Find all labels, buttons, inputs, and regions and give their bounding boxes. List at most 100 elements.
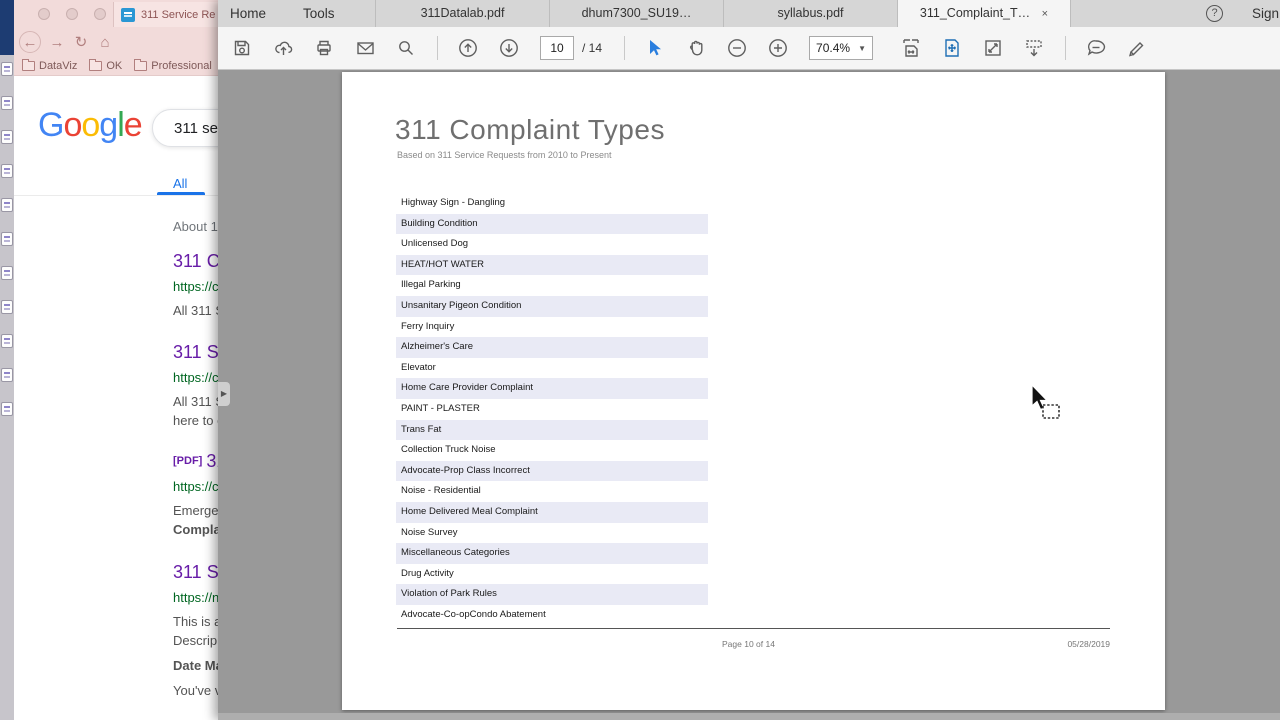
expand-icon (985, 40, 1001, 56)
desktop-file-icon[interactable] (1, 198, 13, 212)
bookmark-folder-professional[interactable]: Professional (134, 59, 212, 72)
logo-letter: o (81, 106, 100, 144)
complaint-type-row: PAINT - PLASTER (401, 402, 480, 414)
save-button[interactable] (232, 38, 252, 58)
tab-home[interactable]: Home (230, 0, 266, 27)
email-button[interactable] (355, 38, 375, 58)
result-link[interactable]: 311 S (173, 562, 218, 583)
browser-tab[interactable]: 311 Service Re (113, 2, 218, 27)
desktop-file-icon[interactable] (1, 62, 13, 76)
bookmark-folder-ok[interactable]: OK (89, 59, 123, 72)
zoom-in-button[interactable] (768, 38, 788, 58)
back-icon[interactable]: ← (19, 31, 41, 53)
footer-rule (397, 628, 1110, 629)
background-window-edge (0, 0, 14, 55)
desktop-file-icon[interactable] (1, 368, 13, 382)
fit-page-icon (945, 39, 959, 57)
zoom-level-select[interactable]: 70.4% ▼ (809, 36, 874, 60)
result-snippet: All 311 S (173, 303, 218, 318)
document-canvas[interactable]: ▶ 311 Complaint Types Based on 311 Servi… (218, 70, 1280, 720)
home-icon[interactable]: ⌂ (93, 30, 117, 54)
desktop-file-icon[interactable] (1, 334, 13, 348)
complaint-type-row: Home Delivered Meal Complaint (396, 501, 708, 523)
complaint-type-row: Highway Sign - Dangling (401, 197, 506, 208)
page-total-label: / 14 (582, 41, 603, 55)
toolbar-divider (624, 36, 626, 60)
find-button[interactable] (396, 38, 416, 58)
save-icon (234, 40, 250, 56)
zoom-button[interactable] (94, 8, 106, 20)
bookmark-folder-dataviz[interactable]: DataViz (22, 59, 78, 72)
arrow-up-circle-icon (459, 39, 477, 57)
reload-icon[interactable]: ↻ (69, 30, 93, 54)
complaint-type-row: Noise Survey (401, 526, 458, 538)
zoom-out-button[interactable] (727, 38, 747, 58)
complaint-type-row: Home Care Provider Complaint (396, 378, 708, 399)
help-icon[interactable]: ? (1206, 5, 1223, 22)
sign-in-button[interactable]: Sign (1252, 0, 1279, 27)
desktop-file-icon[interactable] (1, 232, 13, 246)
doc-tab-311datalab[interactable]: 311Datalab.pdf (375, 0, 549, 27)
desktop-file-icon[interactable] (1, 266, 13, 280)
search-query-text: 311 se (174, 120, 218, 137)
complaint-type-list: Highway Sign - Dangling Building Conditi… (396, 193, 708, 625)
minimize-button[interactable] (66, 8, 78, 20)
result-url: https://c (173, 479, 218, 494)
select-tool-button[interactable] (645, 38, 665, 58)
zoom-level-value: 70.4% (816, 41, 851, 55)
printer-icon (317, 40, 331, 56)
previous-page-button[interactable] (458, 38, 478, 58)
fit-width-button[interactable] (901, 38, 921, 58)
folder-icon (22, 59, 35, 71)
logo-letter: g (99, 106, 118, 144)
acrobat-toolbar: 10 / 14 70.4% ▼ (218, 27, 1280, 70)
desktop-file-icon[interactable] (1, 164, 13, 178)
result-link[interactable]: [PDF]311 (173, 451, 218, 472)
complaint-type-row: HEAT/HOT WATER (396, 254, 708, 276)
doc-tab-syllabus[interactable]: syllabus.pdf (723, 0, 897, 27)
forward-icon[interactable]: → (45, 30, 69, 54)
desktop-file-icon[interactable] (1, 130, 13, 144)
tab-all[interactable]: All (173, 176, 187, 191)
cloud-upload-icon (274, 41, 292, 55)
result-link[interactable]: 311 C (173, 251, 218, 272)
page-number-input[interactable]: 10 (540, 36, 574, 60)
complaint-type-row: Violation of Park Rules (396, 584, 708, 605)
desktop-file-icon[interactable] (1, 402, 13, 416)
fit-page-button[interactable] (942, 38, 962, 58)
minus-circle-icon (728, 39, 746, 57)
hand-tool-button[interactable] (686, 38, 706, 58)
search-icon (399, 41, 413, 55)
search-result: 311 C https://c All 311 S (173, 251, 218, 320)
desktop-file-icon[interactable] (1, 96, 13, 110)
result-snippet: Descrip (173, 633, 218, 648)
result-url: https://c (173, 279, 218, 294)
complaint-type-row: Miscellaneous Categories (396, 543, 708, 564)
result-snippet: here to c (173, 413, 218, 428)
navigation-pane-toggle[interactable]: ▶ (218, 382, 230, 406)
close-tab-icon[interactable]: × (1042, 8, 1048, 20)
desktop-file-icon[interactable] (1, 300, 13, 314)
tabs-divider (14, 195, 218, 196)
highlight-button[interactable] (1127, 38, 1147, 58)
search-input[interactable]: 311 se (152, 109, 218, 147)
share-button[interactable] (273, 38, 293, 58)
next-page-button[interactable] (499, 38, 519, 58)
browser-window: 311 Service Re ← → ↻ ⌂ DataViz OK Profes… (14, 0, 218, 720)
bookmark-label: DataViz (39, 60, 78, 72)
toolbar-divider (437, 36, 438, 60)
close-button[interactable] (38, 8, 50, 20)
scrolling-mode-button[interactable] (1024, 38, 1044, 58)
result-link-text: 311 (206, 451, 218, 471)
tab-tools[interactable]: Tools (303, 0, 335, 27)
print-button[interactable] (314, 38, 334, 58)
fullscreen-button[interactable] (983, 38, 1003, 58)
doc-tab-311-complaint-active[interactable]: 311_Complaint_T… × (897, 0, 1071, 27)
bookmark-label: OK (106, 60, 123, 72)
result-snippet: You've v (173, 683, 218, 698)
complaint-type-row: Advocate-Co-opCondo Abatement (401, 608, 546, 620)
doc-tab-dhum7300[interactable]: dhum7300_SU19… (549, 0, 723, 27)
comment-button[interactable] (1086, 38, 1106, 58)
result-link[interactable]: 311 S (173, 342, 218, 363)
complaint-type-row: Collection Truck Noise (401, 444, 496, 456)
